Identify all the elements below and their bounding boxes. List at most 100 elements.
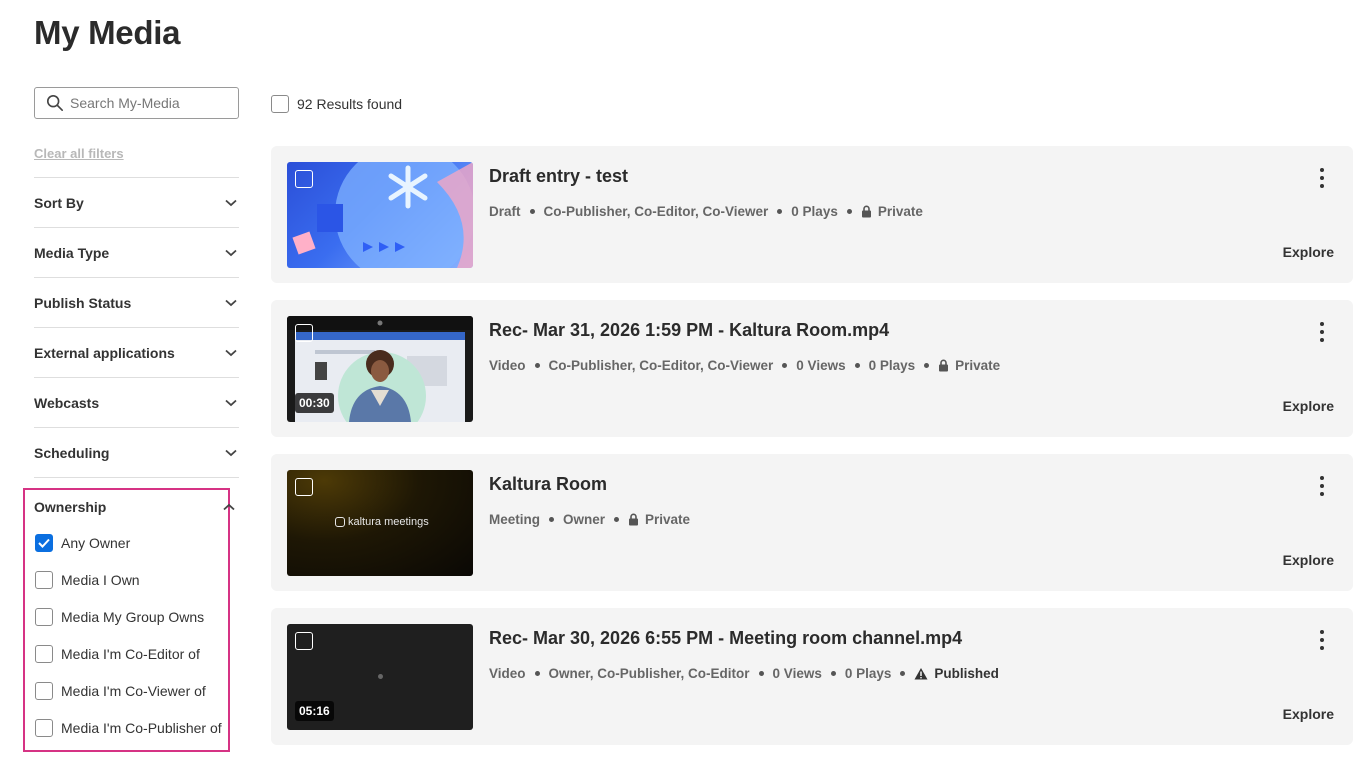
- ownership-option-media-i-own[interactable]: Media I Own: [35, 571, 140, 589]
- ownership-option-media-my-group-owns[interactable]: Media My Group Owns: [35, 608, 204, 626]
- explore-button[interactable]: Explore: [1283, 706, 1334, 722]
- entry-checkbox[interactable]: [295, 170, 313, 188]
- filter-label: External applications: [34, 344, 175, 361]
- entry-meta: Meeting Owner Private: [489, 512, 690, 527]
- ownership-title[interactable]: Ownership: [34, 499, 106, 515]
- ownership-option-label: Media I'm Co-Viewer of: [61, 683, 206, 699]
- ownership-option-co-viewer[interactable]: Media I'm Co-Viewer of: [35, 682, 206, 700]
- warning-icon: [914, 668, 928, 680]
- checkbox[interactable]: [35, 719, 53, 737]
- filter-scheduling[interactable]: Scheduling: [34, 427, 239, 477]
- duration-badge: 00:30: [295, 393, 334, 413]
- thumbnail[interactable]: 00:30: [287, 316, 473, 422]
- ownership-option-label: Any Owner: [61, 535, 131, 551]
- entry-meta: Video Co-Publisher, Co-Editor, Co-Viewer…: [489, 358, 1000, 373]
- search-box[interactable]: [34, 87, 239, 119]
- entry-title[interactable]: Rec- Mar 31, 2026 1:59 PM - Kaltura Room…: [489, 320, 889, 341]
- checkbox[interactable]: [35, 571, 53, 589]
- more-options-icon[interactable]: [1314, 168, 1330, 188]
- ownership-option-label: Media My Group Owns: [61, 609, 205, 625]
- entry-views: 0 Views: [796, 358, 846, 373]
- lock-icon: [629, 513, 639, 526]
- results-count: 92 Results found: [297, 96, 403, 112]
- entry-title[interactable]: Kaltura Room: [489, 474, 607, 495]
- entry-title[interactable]: Rec- Mar 30, 2026 6:55 PM - Meeting room…: [489, 628, 962, 649]
- media-entry-card[interactable]: 00:30 Rec- Mar 31, 2026 1:59 PM - Kaltur…: [271, 300, 1353, 437]
- clear-all-filters-link[interactable]: Clear all filters: [34, 146, 124, 161]
- camera-dot: [378, 674, 383, 679]
- thumbnail[interactable]: [287, 162, 473, 268]
- thumbnail-art: [292, 162, 473, 268]
- filter-divider: [34, 477, 239, 478]
- filter-label: Sort By: [34, 194, 84, 211]
- filter-label: Scheduling: [34, 444, 110, 461]
- entry-type: Video: [489, 358, 526, 373]
- entry-meta: Video Owner, Co-Publisher, Co-Editor 0 V…: [489, 666, 999, 681]
- filter-external-applications[interactable]: External applications: [34, 327, 239, 377]
- entry-checkbox[interactable]: [295, 632, 313, 650]
- entry-title[interactable]: Draft entry - test: [489, 166, 628, 187]
- entry-type: Meeting: [489, 512, 541, 527]
- ownership-option-label: Media I'm Co-Editor of: [61, 646, 200, 662]
- search-input[interactable]: [70, 95, 230, 111]
- lock-icon: [939, 359, 949, 372]
- entry-status: Private: [645, 512, 691, 527]
- entry-type: Draft: [489, 204, 521, 219]
- filter-label: Webcasts: [34, 394, 100, 411]
- thumbnail[interactable]: kaltura meetings: [287, 470, 473, 576]
- thumb-logo-text: kaltura meetings: [348, 516, 429, 528]
- chevron-down-icon: [225, 349, 237, 356]
- select-all-checkbox[interactable]: [271, 95, 289, 113]
- filter-media-type[interactable]: Media Type: [34, 227, 239, 277]
- ownership-option-co-publisher[interactable]: Media I'm Co-Publisher of: [35, 719, 222, 737]
- checkbox[interactable]: [35, 608, 53, 626]
- more-options-icon[interactable]: [1314, 322, 1330, 342]
- entry-plays: 0 Plays: [791, 204, 838, 219]
- duration-badge: 05:16: [295, 701, 334, 721]
- more-options-icon[interactable]: [1314, 630, 1330, 650]
- entry-plays: 0 Plays: [844, 666, 892, 681]
- more-options-icon[interactable]: [1314, 476, 1330, 496]
- media-entry-card[interactable]: Draft entry - test Draft Co-Publisher, C…: [271, 146, 1353, 283]
- filter-publish-status[interactable]: Publish Status: [34, 277, 239, 327]
- entry-roles: Co-Publisher, Co-Editor, Co-Viewer: [548, 358, 774, 373]
- chevron-down-icon: [225, 449, 237, 456]
- explore-button[interactable]: Explore: [1283, 552, 1334, 568]
- ownership-option-label: Media I Own: [61, 572, 140, 588]
- chevron-down-icon: [225, 299, 237, 306]
- filter-list: Sort By Media Type Publish Status Extern…: [34, 177, 239, 478]
- entry-roles: Owner: [563, 512, 606, 527]
- explore-button[interactable]: Explore: [1283, 244, 1334, 260]
- check-icon: [38, 538, 50, 548]
- entry-meta: Draft Co-Publisher, Co-Editor, Co-Viewer…: [489, 204, 923, 219]
- ownership-option-co-editor[interactable]: Media I'm Co-Editor of: [35, 645, 200, 663]
- checkbox-checked[interactable]: [35, 534, 53, 552]
- entry-plays: 0 Plays: [868, 358, 916, 373]
- chevron-up-icon[interactable]: [223, 503, 235, 511]
- logo-icon: [335, 517, 345, 527]
- entry-status: Private: [877, 204, 923, 219]
- ownership-filter-panel: Ownership Any Owner Media I Own Media My…: [23, 488, 235, 752]
- entry-type: Video: [489, 666, 526, 681]
- chevron-down-icon: [225, 399, 237, 406]
- entry-checkbox[interactable]: [295, 324, 313, 342]
- checkbox[interactable]: [35, 682, 53, 700]
- results-header: 92 Results found: [271, 95, 402, 113]
- ownership-option-label: Media I'm Co-Publisher of: [61, 720, 222, 736]
- entry-checkbox[interactable]: [295, 478, 313, 496]
- entry-status: Published: [934, 666, 999, 681]
- kaltura-meetings-logo: kaltura meetings: [335, 516, 429, 528]
- entry-roles: Owner, Co-Publisher, Co-Editor: [548, 666, 750, 681]
- media-entry-card[interactable]: 05:16 Rec- Mar 30, 2026 6:55 PM - Meetin…: [271, 608, 1353, 745]
- filter-sort-by[interactable]: Sort By: [34, 177, 239, 227]
- ownership-option-any-owner[interactable]: Any Owner: [35, 534, 130, 552]
- filter-label: Publish Status: [34, 294, 132, 311]
- entry-status: Private: [955, 358, 1001, 373]
- checkbox[interactable]: [35, 645, 53, 663]
- page-title: My Media: [34, 14, 181, 51]
- filter-webcasts[interactable]: Webcasts: [34, 377, 239, 427]
- chevron-down-icon: [225, 199, 237, 206]
- explore-button[interactable]: Explore: [1283, 398, 1334, 414]
- thumbnail[interactable]: 05:16: [287, 624, 473, 730]
- media-entry-card[interactable]: kaltura meetings Kaltura Room Meeting Ow…: [271, 454, 1353, 591]
